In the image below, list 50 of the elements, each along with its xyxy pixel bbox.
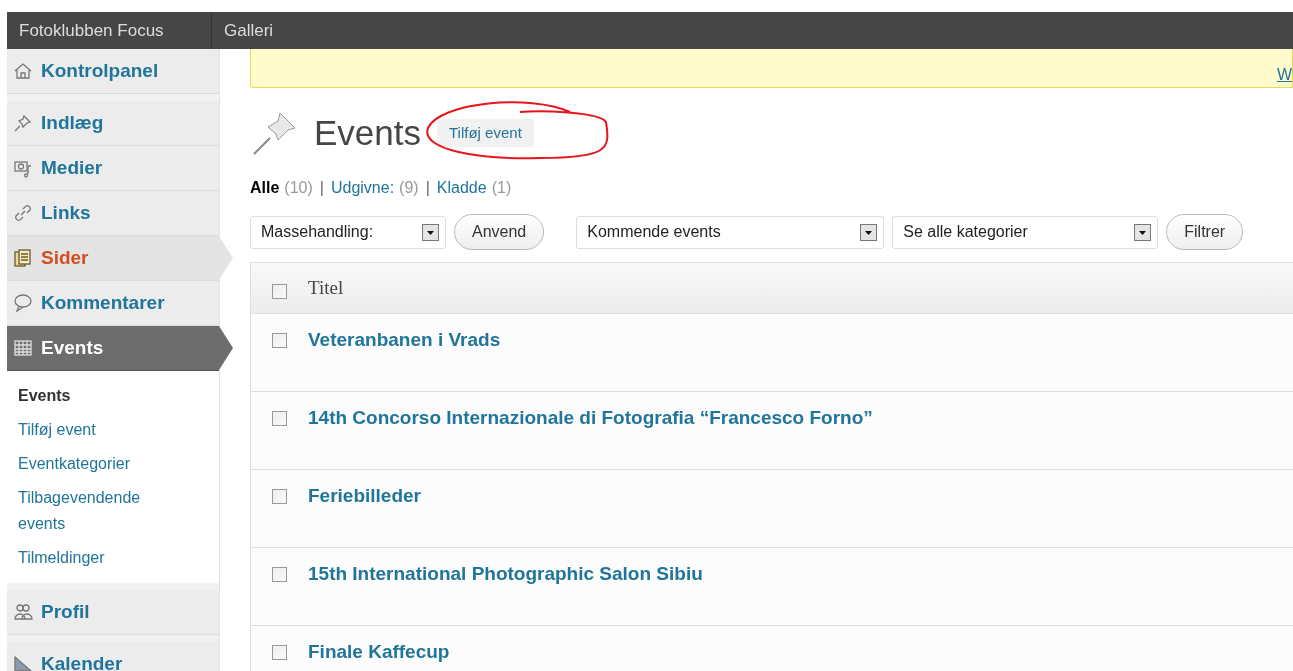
checkbox[interactable]	[272, 489, 287, 504]
submenu-link[interactable]: Tilføj event	[18, 413, 178, 447]
submenu-link[interactable]: Tilbagevendende events	[18, 481, 178, 541]
apply-button[interactable]: Anvend	[454, 214, 545, 250]
sidebar-menu-item[interactable]: Medier	[7, 146, 219, 191]
submenu-link[interactable]: Tilmeldinger	[18, 541, 178, 575]
event-title-link[interactable]: Feriebilleder	[308, 482, 421, 511]
page-title: Events	[314, 111, 421, 154]
sidebar-menu-item[interactable]: Profil	[7, 590, 219, 635]
status-count: (1)	[491, 178, 512, 198]
sidebar-menu-item[interactable]: Indlæg	[7, 101, 219, 146]
column-header[interactable]: Titel	[308, 273, 344, 303]
event-title-link[interactable]: Finale Kaffecup	[308, 638, 450, 667]
sidebar-menu-item[interactable]: Kommentarer	[7, 281, 219, 326]
users-icon	[13, 602, 33, 622]
speech-bubble-icon	[13, 293, 33, 313]
sidebar-menu-item[interactable]: Kontrolpanel	[7, 49, 219, 94]
notice-link[interactable]: W	[1276, 63, 1292, 87]
event-title-link[interactable]: 14th Concorso Internazionale di Fotografia “Francesco Forno”	[308, 404, 873, 433]
status-filter-link[interactable]: Alle	[250, 176, 280, 200]
status-filter-link[interactable]: Kladde	[436, 176, 487, 200]
category-select[interactable]: Se alle kategorier	[892, 215, 1159, 249]
separator: |	[319, 178, 324, 198]
event-title-link[interactable]: Veteranbanen i Vrads	[308, 326, 501, 355]
checkbox[interactable]	[272, 411, 287, 426]
checkbox[interactable]	[272, 333, 287, 348]
status-filter-link[interactable]: Udgivne:	[330, 176, 395, 200]
house-icon	[13, 61, 33, 81]
bulk-action-select[interactable]: Massehandling:	[250, 215, 446, 249]
checkbox[interactable]	[272, 283, 287, 299]
submenu-link[interactable]: Events	[18, 379, 178, 413]
pushpin-icon	[13, 113, 33, 133]
event-title-link[interactable]: 15th International Photographic Salon Sibiu	[308, 560, 703, 589]
status-count: (9)	[399, 178, 419, 198]
status-count: (10)	[284, 178, 313, 198]
pages-icon	[13, 248, 33, 268]
sidebar-menu-item[interactable]: Kalender	[7, 642, 219, 671]
period-select[interactable]: Kommende events	[576, 215, 885, 249]
add-event-button[interactable]: Tilføj event	[437, 118, 534, 148]
ruler-icon	[13, 654, 33, 671]
checkbox[interactable]	[272, 645, 287, 660]
filter-button[interactable]: Filtrer	[1166, 214, 1244, 250]
submenu-link[interactable]: Eventkategorier	[18, 447, 178, 481]
chain-link-icon	[13, 203, 33, 223]
top-bar-link[interactable]: Galleri	[212, 12, 286, 49]
separator: |	[425, 178, 430, 198]
camera-music-icon	[13, 158, 33, 178]
checkbox[interactable]	[272, 567, 287, 582]
calendar-grid-icon	[13, 338, 33, 358]
sidebar-menu-item[interactable]: Links	[7, 191, 219, 236]
